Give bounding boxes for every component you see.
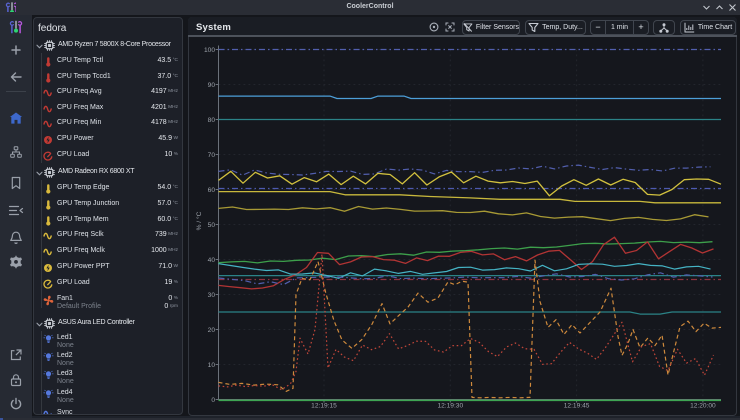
svg-text:30: 30 xyxy=(208,292,216,299)
svg-text:12:20:00: 12:20:00 xyxy=(690,403,716,410)
svg-text:% / °C: % / °C xyxy=(195,211,203,230)
svg-text:12:19:15: 12:19:15 xyxy=(311,403,337,410)
svg-text:90: 90 xyxy=(208,82,216,89)
svg-text:100: 100 xyxy=(204,47,215,54)
svg-text:70: 70 xyxy=(208,152,216,159)
svg-text:0: 0 xyxy=(211,397,215,404)
svg-text:12:19:45: 12:19:45 xyxy=(564,403,590,410)
svg-text:20: 20 xyxy=(208,327,216,334)
svg-text:80: 80 xyxy=(208,117,216,124)
svg-text:60: 60 xyxy=(208,187,216,194)
svg-text:12:19:30: 12:19:30 xyxy=(437,403,463,410)
svg-text:50: 50 xyxy=(208,222,216,229)
svg-text:40: 40 xyxy=(208,257,216,264)
svg-text:10: 10 xyxy=(208,362,216,369)
